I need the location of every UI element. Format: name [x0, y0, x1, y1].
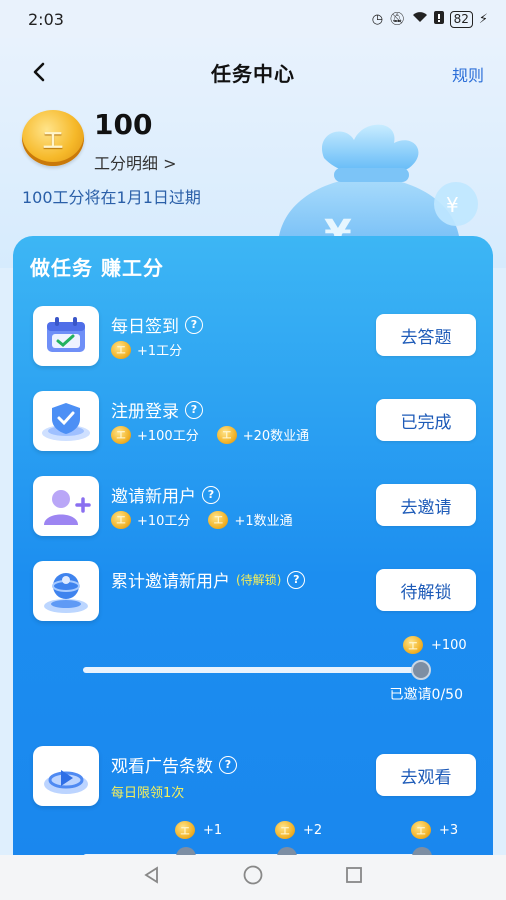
coin-icon: 工	[111, 510, 131, 529]
step-reward-text: +3	[439, 822, 459, 838]
go-answer-button[interactable]: 去答题	[376, 314, 476, 356]
rules-link[interactable]: 规则	[452, 62, 484, 86]
globe-icon	[33, 561, 99, 621]
help-icon[interactable]: ?	[287, 570, 306, 589]
task-name-text: 邀请新用户	[111, 487, 196, 507]
task-item-register: 注册登录 ? 工 +100工分 工 +20数业通 已完成	[13, 391, 493, 461]
reward-text: +20数业通	[242, 429, 310, 444]
svg-text:¥: ¥	[446, 193, 459, 217]
step-reward-text: +1	[203, 822, 223, 838]
charging-icon: ⚡	[478, 11, 488, 27]
page-title: 任务中心	[211, 61, 295, 86]
points-balance: 100	[94, 108, 153, 141]
coin-icon: 工	[175, 821, 195, 839]
task-item-daily-checkin: 每日签到 ? 工 +1工分 去答题	[13, 306, 493, 376]
home-circle-icon[interactable]	[242, 864, 264, 891]
task-name-text: 观看广告条数	[111, 757, 213, 777]
daily-limit-note: 每日限领1次	[111, 786, 185, 801]
recents-square-icon[interactable]	[344, 865, 364, 890]
invite-progress-bar	[83, 660, 431, 680]
step-reward-3: 工 +3	[411, 821, 458, 839]
task-item-invite: 邀请新用户 ? 工 +10工分 工 +1数业通 去邀请	[13, 476, 493, 546]
coin-icon: 工	[403, 636, 423, 654]
wifi-icon	[412, 11, 428, 27]
reward-text: +1数业通	[234, 514, 293, 529]
coin-icon: 工	[208, 510, 229, 529]
step-reward-2: 工 +2	[275, 821, 322, 839]
ad-step-rewards: 工 +1 工 +2 工 +3	[13, 821, 493, 856]
task-name-text: 每日签到	[111, 317, 179, 337]
reward-text: +10工分	[137, 514, 191, 529]
alert-icon	[433, 10, 444, 28]
task-item-cumulative-invite: 累计邀请新用户 (待解锁) ? 待解锁	[13, 561, 493, 631]
task-name: 邀请新用户 ?	[111, 482, 220, 507]
locked-button[interactable]: 待解锁	[376, 569, 476, 611]
progress-milestone-marker	[411, 660, 431, 680]
shield-check-icon	[33, 391, 99, 451]
step-reward-1: 工 +1	[175, 821, 222, 839]
coin-icon: 工	[216, 425, 237, 444]
task-rewards: 工 +1工分	[111, 340, 182, 359]
coin-icon: 工	[411, 821, 431, 839]
invited-count: 已邀请0/50	[389, 687, 463, 703]
progress-reward: 工 +100	[403, 636, 467, 654]
task-name: 累计邀请新用户 (待解锁) ?	[111, 567, 306, 592]
calendar-check-icon	[33, 306, 99, 366]
help-icon[interactable]: ?	[185, 400, 203, 419]
coin-icon: 工	[111, 340, 131, 359]
back-button[interactable]	[26, 58, 54, 86]
reward-text: +100工分	[137, 429, 199, 444]
progress-reward-text: +100	[431, 637, 467, 653]
task-rewards: 工 +10工分 工 +1数业通	[111, 510, 293, 529]
coin-icon: 工	[275, 821, 295, 839]
status-icons: ◷ 🔕︎ 82 ⚡	[371, 10, 488, 28]
go-watch-button[interactable]: 去观看	[376, 754, 476, 796]
chevron-left-icon	[33, 62, 45, 82]
task-card: 做任务 赚工分 每日签到 ? 工 +1工分 去答题 注册登录 ? 工 +100工…	[13, 236, 493, 856]
task-name: 观看广告条数 ?	[111, 752, 237, 777]
card-title: 做任务 赚工分	[30, 256, 164, 280]
system-navigation-bar	[0, 855, 506, 900]
status-time: 2:03	[28, 9, 64, 29]
points-expire-note: 100工分将在1月1日过期	[22, 188, 201, 207]
user-add-icon	[33, 476, 99, 536]
task-name-text: 注册登录	[111, 402, 179, 422]
top-navigation: 任务中心 规则	[0, 52, 506, 92]
play-video-icon	[33, 746, 99, 806]
locked-tag: (待解锁)	[236, 573, 282, 587]
task-name-text: 累计邀请新用户	[111, 572, 230, 592]
help-icon[interactable]: ?	[185, 315, 203, 334]
mute-icon: 🔕︎	[389, 11, 406, 27]
points-coin-icon: 工	[22, 110, 84, 166]
back-triangle-icon[interactable]	[142, 865, 162, 890]
help-icon[interactable]: ?	[202, 485, 220, 504]
points-detail-link[interactable]: 工分明细 >	[94, 150, 177, 174]
coin-glyph: 工	[43, 127, 63, 152]
go-invite-button[interactable]: 去邀请	[376, 484, 476, 526]
battery-indicator: 82	[449, 10, 473, 28]
step-reward-text: +2	[303, 822, 323, 838]
coin-icon: 工	[111, 425, 131, 444]
reward-text: +1工分	[137, 344, 183, 359]
status-bar: 2:03 ◷ 🔕︎ 82 ⚡	[0, 0, 506, 38]
speed-icon: ◷	[371, 11, 384, 27]
task-rewards: 工 +100工分 工 +20数业通	[111, 425, 309, 444]
task-name: 注册登录 ?	[111, 397, 203, 422]
completed-button[interactable]: 已完成	[376, 399, 476, 441]
task-item-watch-ads: 观看广告条数 ? 每日限领1次 去观看	[13, 746, 493, 816]
help-icon[interactable]: ?	[219, 755, 237, 774]
task-name: 每日签到 ?	[111, 312, 203, 337]
